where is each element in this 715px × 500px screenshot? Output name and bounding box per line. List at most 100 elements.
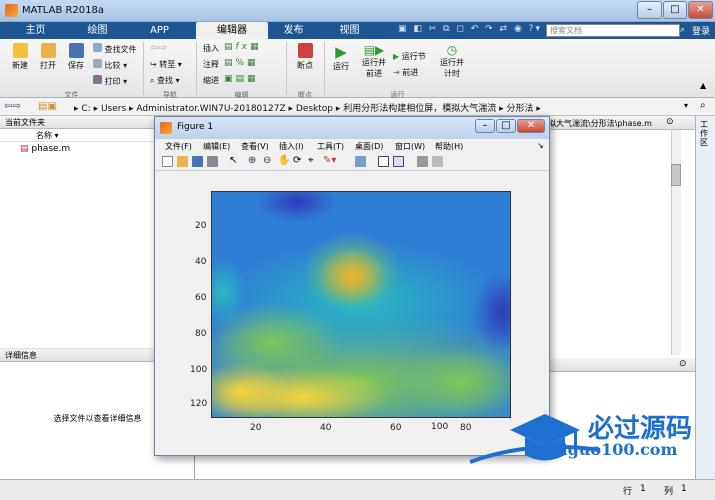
goto-icon: ↪ <box>150 60 157 69</box>
hide-plot-tools-icon[interactable] <box>417 156 428 167</box>
ribbon-collapse-icon[interactable]: ▲ <box>700 81 706 90</box>
run-advance-icon: ▤▶ <box>363 43 385 57</box>
browse-folder-icon[interactable]: ▤▣ <box>38 101 57 112</box>
run-advance-button[interactable]: ▤▶ 运行并 前进 <box>359 43 389 79</box>
run-time-button[interactable]: ◷ 运行并 计时 <box>437 43 467 79</box>
m-file-icon: ▤ <box>20 144 29 154</box>
menu-edit[interactable]: 编辑(E) <box>203 141 230 152</box>
link-plot-icon[interactable] <box>355 156 366 167</box>
watermark: 必过源码 Biguo100.com <box>470 400 715 480</box>
address-bar: ⇦⇨ ▤▣ ▸ C: ▸ Users ▸ Administrator.WIN7U… <box>0 98 715 116</box>
menu-help[interactable]: 帮助(H) <box>435 141 463 152</box>
phase-screen-heatmap <box>212 192 510 417</box>
folder-open-icon <box>40 43 56 58</box>
minimize-button[interactable]: – <box>637 1 662 19</box>
print-figure-icon[interactable] <box>207 156 218 167</box>
compare-button[interactable]: 比较 ▾ <box>93 59 127 71</box>
figure-close-button[interactable]: ✕ <box>517 119 545 133</box>
menu-dock-icon[interactable]: ↘ <box>537 141 544 150</box>
col-value: 1 <box>681 484 687 494</box>
editor-scroll-thumb[interactable] <box>671 164 681 186</box>
data-cursor-icon[interactable]: ⌖ <box>308 155 314 166</box>
edit-tools-icons[interactable]: ▤fx▦ <box>224 42 262 52</box>
y-tick-label: 120 <box>190 399 208 409</box>
legend-icon[interactable] <box>393 156 404 167</box>
find-button[interactable]: ⌕ 查找 ▾ <box>150 75 180 86</box>
search-docs-input[interactable]: 搜索文档 <box>546 24 680 37</box>
figure-toolbar: ↖ ⊕ ⊖ ✋ ⟳ ⌖ ✎▾ <box>155 154 549 171</box>
zoom-out-icon[interactable]: ⊖ <box>263 155 271 166</box>
ribbon-tab-bar: 主页 绘图 APP 编辑器 发布 视图 ▣ ◧ ✂ ⧉ ◻ ↶ ↷ ⇄ ◉ ?▾… <box>0 22 715 39</box>
breakpoints-button[interactable]: 断点 <box>292 43 318 71</box>
x-tick-label: 20 <box>250 423 262 433</box>
print-button[interactable]: 打印 ▾ <box>93 75 127 87</box>
show-plot-tools-icon[interactable] <box>432 156 443 167</box>
zoom-in-icon[interactable]: ⊕ <box>248 155 256 166</box>
print-icon <box>93 75 102 84</box>
figure-title-bar[interactable]: Figure 1 – □ ✕ <box>155 117 549 139</box>
breakpoint-icon <box>297 43 313 58</box>
workspace-tab-label[interactable]: 工作区 <box>700 120 712 147</box>
maximize-button[interactable]: □ <box>663 1 687 19</box>
comment-button[interactable]: 注释 <box>203 59 219 70</box>
open-button[interactable]: 打开 <box>36 43 60 71</box>
find-files-icon <box>93 43 102 52</box>
figure-minimize-button[interactable]: – <box>475 119 495 133</box>
open-file-icon[interactable] <box>177 156 188 167</box>
new-button[interactable]: 新建 <box>8 43 32 71</box>
save-button[interactable]: 保存 <box>64 43 88 71</box>
tab-plots[interactable]: 绘图 <box>70 22 125 39</box>
save-icon <box>68 43 84 58</box>
menu-insert[interactable]: 插入(I) <box>279 141 304 152</box>
menu-file[interactable]: 文件(F) <box>165 141 192 152</box>
login-link[interactable]: 登录 <box>692 24 710 37</box>
indent-tools-icons[interactable]: ▣▤▦ <box>224 74 259 84</box>
brush-icon[interactable]: ✎▾ <box>323 155 336 166</box>
command-panel-actions-icon[interactable]: ⊙ <box>679 359 687 369</box>
advance-button[interactable]: ⇥ 前进 <box>393 67 418 78</box>
comment-tools-icons[interactable]: ▤%▦ <box>224 58 259 68</box>
close-button[interactable]: ✕ <box>688 1 713 19</box>
address-dropdown-icon[interactable]: ▾ <box>684 101 688 110</box>
save-figure-icon[interactable] <box>192 156 203 167</box>
editor-panel-actions-icon[interactable]: ⊙ <box>666 117 674 127</box>
phase-screen-image[interactable] <box>211 191 511 418</box>
pan-icon[interactable]: ✋ <box>278 155 290 166</box>
search-icon[interactable]: ⌕ <box>680 25 692 36</box>
tab-publish[interactable]: 发布 <box>266 22 321 39</box>
separator <box>143 42 144 95</box>
watermark-url: Biguo100.com <box>548 440 678 459</box>
app-title: MATLAB R2018a <box>22 5 105 16</box>
goto-button[interactable]: ↪ 转至 ▾ <box>150 59 182 70</box>
ribbon: 新建 打开 保存 查找文件 比较 ▾ 打印 ▾ 文件 ⇦⇨ ↪ 转至 ▾ ⌕ 查… <box>0 39 715 99</box>
find-icon: ⌕ <box>150 76 155 85</box>
title-bar: MATLAB R2018a – □ ✕ <box>0 0 715 22</box>
colorbar-icon[interactable] <box>378 156 389 167</box>
figure-maximize-button[interactable]: □ <box>496 119 516 133</box>
run-section-button[interactable]: ▶ 运行节 <box>393 51 426 62</box>
find-files-button[interactable]: 查找文件 <box>93 43 137 55</box>
nav-back-icon[interactable]: ⇦⇨ <box>150 43 167 54</box>
tab-home[interactable]: 主页 <box>8 22 63 39</box>
tab-apps[interactable]: APP <box>132 22 187 39</box>
menu-window[interactable]: 窗口(W) <box>395 141 425 152</box>
new-icon <box>12 43 28 58</box>
insert-button[interactable]: 插入 <box>203 43 219 54</box>
new-figure-icon[interactable] <box>162 156 173 167</box>
row-value: 1 <box>640 484 646 494</box>
tab-view[interactable]: 视图 <box>322 22 377 39</box>
pointer-icon[interactable]: ↖ <box>229 155 237 166</box>
menu-desktop[interactable]: 桌面(D) <box>355 141 383 152</box>
tab-editor[interactable]: 编辑器 <box>196 22 268 39</box>
menu-view[interactable]: 查看(V) <box>241 141 269 152</box>
address-search-icon[interactable]: ⌕ <box>700 100 706 111</box>
run-button[interactable]: ▶ 运行 <box>328 43 354 72</box>
indent-button[interactable]: 缩进 <box>203 75 219 86</box>
quick-access-toolbar[interactable]: ▣ ◧ ✂ ⧉ ◻ ↶ ↷ ⇄ ◉ ?▾ <box>398 24 543 37</box>
rotate-icon[interactable]: ⟳ <box>293 155 301 166</box>
separator <box>324 42 325 95</box>
row-label: 行 <box>623 487 633 497</box>
nav-arrows-icon[interactable]: ⇦⇨ <box>4 101 21 112</box>
breadcrumb[interactable]: ▸ C: ▸ Users ▸ Administrator.WIN7U-20180… <box>74 101 541 114</box>
menu-tools[interactable]: 工具(T) <box>317 141 344 152</box>
